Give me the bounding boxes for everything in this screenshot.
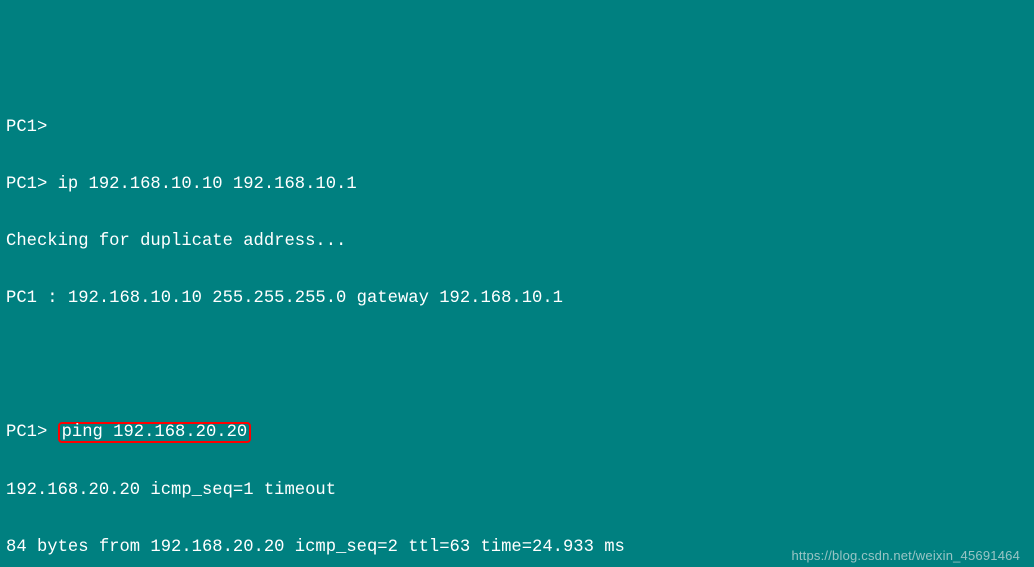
ping1-command-line: PC1> ping 192.168.20.20: [6, 422, 1028, 443]
ip-config-command: PC1> ip 192.168.10.10 192.168.10.1: [6, 175, 1028, 194]
watermark-text: https://blog.csdn.net/weixin_45691464: [791, 546, 1020, 565]
ping1-command-highlight: ping 192.168.20.20: [58, 422, 252, 443]
ping1-reply: 192.168.20.20 icmp_seq=1 timeout: [6, 481, 1028, 500]
duplicate-check-line: Checking for duplicate address...: [6, 232, 1028, 251]
prompt-line: PC1>: [6, 118, 1028, 137]
ip-config-result: PC1 : 192.168.10.10 255.255.255.0 gatewa…: [6, 289, 1028, 308]
terminal-console[interactable]: PC1> PC1> ip 192.168.10.10 192.168.10.1 …: [0, 76, 1034, 567]
ping1-prompt: PC1>: [6, 423, 58, 442]
blank-line: [6, 346, 1028, 365]
